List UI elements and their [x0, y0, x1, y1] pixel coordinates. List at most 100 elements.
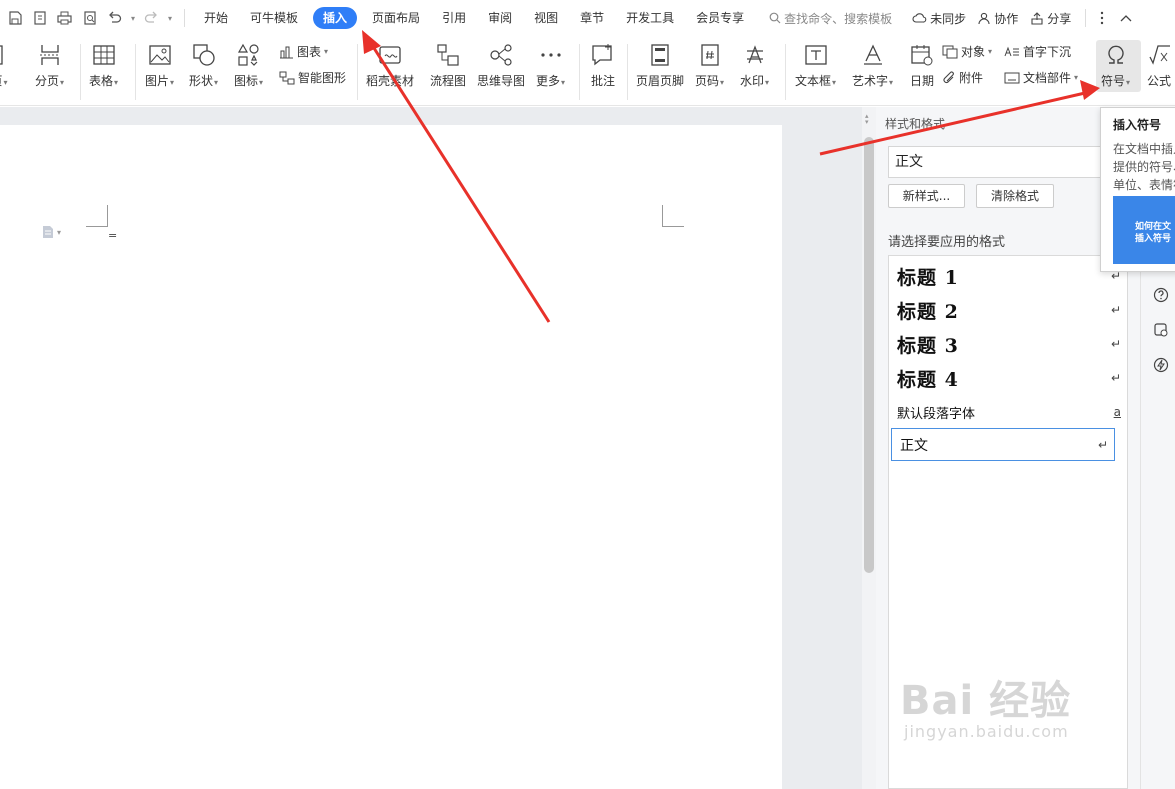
collab-button[interactable]: 协作 [978, 10, 1018, 27]
page-break-icon [37, 42, 63, 68]
comment-button[interactable]: 批注 [590, 42, 616, 89]
shape-label: 形状 [189, 74, 214, 88]
object-button[interactable]: 对象 ▾ [942, 43, 992, 60]
blank-page-button[interactable]: 页▾ [0, 42, 12, 89]
scrollbar-thumb[interactable] [864, 137, 874, 573]
page-number-icon [697, 42, 723, 68]
calendar-icon [909, 42, 935, 68]
picture-button[interactable]: 图片▾ [145, 42, 174, 89]
style-item-heading-1[interactable]: 标题 1 ↵ [889, 259, 1127, 293]
style-settings-icon[interactable] [1153, 322, 1169, 338]
style-name: 标题 4 [897, 368, 959, 391]
paragraph-options-icon[interactable]: ▾ [42, 225, 61, 239]
page-number-button[interactable]: 页码▾ [695, 42, 724, 89]
attachment-button[interactable]: 附件 [942, 69, 983, 86]
shape-button[interactable]: 形状▾ [189, 42, 218, 89]
style-item-normal[interactable]: 正文 ↵ [891, 428, 1115, 461]
blank-page-label: 页 [0, 74, 3, 88]
tab-developer[interactable]: 开发工具 [615, 7, 685, 29]
tab-member[interactable]: 会员专享 [685, 7, 755, 29]
date-label: 日期 [909, 74, 934, 88]
smart-graphic-button[interactable]: 智能图形 [279, 69, 346, 86]
menu-divider [1085, 9, 1087, 27]
tab-insert[interactable]: 插入 [313, 7, 358, 29]
lightning-icon[interactable] [1153, 357, 1169, 373]
smart-graphic-label: 智能图形 [298, 71, 347, 85]
dropcap-button[interactable]: 首字下沉 [1004, 43, 1071, 60]
customize-dropdown-icon[interactable]: ▾ [164, 6, 176, 30]
print-preview-icon[interactable] [77, 6, 102, 30]
ribbon-divider [357, 44, 358, 100]
save-icon[interactable] [2, 6, 27, 30]
character-style-icon: a [1113, 405, 1121, 419]
command-search[interactable]: 查找命令、搜索模板 [769, 10, 892, 27]
share-button[interactable]: 分享 [1030, 10, 1071, 27]
document-page[interactable]: ▾ = [0, 125, 782, 789]
wordart-button[interactable]: 艺术字▾ [852, 42, 893, 89]
undo-dropdown-icon[interactable]: ▾ [127, 6, 139, 30]
table-button[interactable]: 表格▾ [89, 42, 118, 89]
blank-page-icon [0, 42, 12, 68]
page-break-button[interactable]: 分页▾ [35, 42, 64, 89]
new-style-button[interactable]: 新样式... [888, 184, 965, 208]
icon-button[interactable]: 图标▾ [234, 42, 263, 89]
margin-corner-top-left [86, 205, 108, 227]
chart-icon [280, 46, 293, 58]
attachment-label: 附件 [959, 71, 984, 85]
material-label: 稻壳素材 [366, 74, 415, 88]
header-footer-button[interactable]: 页眉页脚 [636, 42, 684, 89]
sync-button[interactable]: 未同步 [912, 10, 966, 27]
style-item-heading-3[interactable]: 标题 3 ↵ [889, 327, 1127, 361]
chart-button[interactable]: 图表 ▾ [279, 43, 328, 60]
help-icon[interactable] [1153, 287, 1169, 303]
watermark-url: jingyan.baidu.com [904, 722, 1069, 741]
quick-access-toolbar: ▾ ▾ [2, 6, 176, 30]
more-label: 更多 [536, 74, 561, 88]
style-item-heading-2[interactable]: 标题 2 ↵ [889, 293, 1127, 327]
ribbon-divider [785, 44, 786, 100]
tab-template[interactable]: 可牛模板 [239, 7, 309, 29]
tab-review[interactable]: 审阅 [477, 7, 523, 29]
dropcap-icon [1004, 46, 1019, 56]
print-icon[interactable] [52, 6, 77, 30]
menu-right-actions: 未同步 协作 分享 [912, 9, 1132, 27]
symbol-button[interactable]: 符号▾ [1101, 42, 1130, 89]
tab-home[interactable]: 开始 [193, 7, 239, 29]
tab-section[interactable]: 章节 [569, 7, 615, 29]
mindmap-icon [488, 42, 514, 68]
picture-label: 图片 [145, 74, 170, 88]
doc-parts-button[interactable]: 文档部件 ▾ [1004, 69, 1078, 86]
clear-format-button[interactable]: 清除格式 [976, 184, 1054, 208]
textbox-button[interactable]: 文本框▾ [795, 42, 836, 89]
paperclip-icon [943, 71, 954, 83]
choose-format-label: 请选择要应用的格式 [888, 235, 1006, 250]
redo-icon[interactable] [139, 6, 164, 30]
tab-references[interactable]: 引用 [431, 7, 477, 29]
tooltip-video-thumbnail[interactable]: 如何在文 插入符号 [1113, 196, 1175, 264]
undo-icon[interactable] [102, 6, 127, 30]
style-name: 默认段落字体 [897, 406, 976, 422]
more-button[interactable]: 更多▾ [536, 42, 565, 89]
flowchart-button[interactable]: 流程图 [430, 42, 466, 89]
ribbon-divider [80, 44, 81, 100]
document-scrollbar[interactable]: ▴ ▾ [862, 107, 876, 789]
formula-button[interactable]: 公式 [1146, 42, 1172, 89]
tab-page-layout[interactable]: 页面布局 [361, 7, 431, 29]
thumbnail-text: 如何在文 [1135, 222, 1172, 232]
wordart-icon [860, 42, 886, 68]
collapse-ribbon-icon[interactable] [1120, 14, 1132, 22]
menu-bar: ▾ ▾ 开始 可牛模板 插入 页面布局 引用 审阅 视图 章节 开发工具 会员专… [0, 0, 1175, 36]
search-placeholder: 查找命令、搜索模板 [784, 11, 893, 26]
baidu-jingyan-watermark: Bai 经验 jingyan.baidu.com [900, 668, 1071, 741]
comment-icon [590, 42, 616, 68]
export-pdf-icon[interactable] [27, 6, 52, 30]
current-style-field[interactable]: 正文 [888, 146, 1118, 178]
material-button[interactable]: 稻壳素材 [366, 42, 414, 89]
style-item-default-font[interactable]: 默认段落字体 a [889, 397, 1127, 427]
style-item-heading-4[interactable]: 标题 4 ↵ [889, 361, 1127, 395]
tab-view[interactable]: 视图 [523, 7, 569, 29]
more-menu-icon[interactable] [1100, 11, 1104, 25]
date-button[interactable]: 日期 [909, 42, 935, 89]
mindmap-button[interactable]: 思维导图 [477, 42, 525, 89]
watermark-button[interactable]: 水印▾ [740, 42, 769, 89]
